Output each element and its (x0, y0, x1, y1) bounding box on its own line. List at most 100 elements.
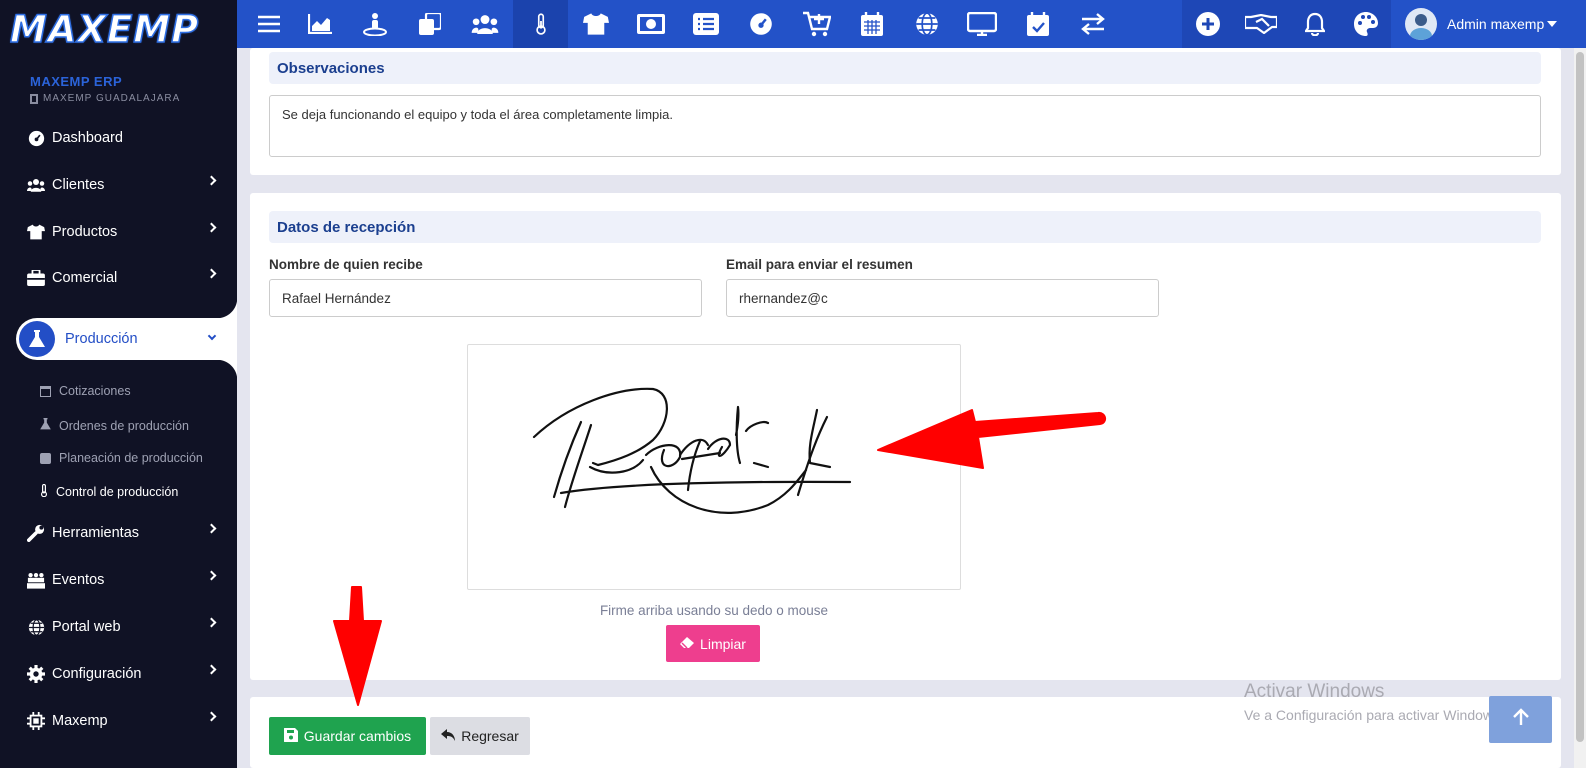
name-label: Nombre de quien recibe (269, 257, 423, 272)
sidebar-item-label: Producción (65, 331, 138, 347)
observaciones-card: Observaciones Se deja funcionando el equ… (250, 48, 1561, 175)
logo[interactable]: MAXEMP (0, 0, 237, 58)
sidebar-item-label: Comercial (52, 270, 118, 286)
plus-circle-icon[interactable] (1180, 0, 1235, 48)
sidebar-subitem-control[interactable]: Control de producción (40, 483, 179, 500)
bell-icon[interactable] (1287, 0, 1342, 48)
desktop-icon[interactable] (954, 0, 1009, 48)
thermometer-icon[interactable] (513, 0, 568, 48)
sidebar-item-productos[interactable]: Productos (0, 210, 237, 254)
arrow-up-icon (1512, 708, 1529, 731)
back-button[interactable]: Regresar (430, 717, 530, 755)
windows-activation-watermark: Activar Windows Ve a Configuración para … (1244, 681, 1504, 723)
signature-drawing (532, 387, 852, 514)
avatar (1405, 8, 1437, 40)
org-branch-label: MAXEMP GUADALAJARA (43, 93, 181, 104)
sidebar-subitem-planeacion[interactable]: Planeación de producción (40, 451, 203, 465)
user-menu[interactable]: Admin maxemp (1391, 0, 1586, 48)
copy-icon[interactable] (402, 0, 457, 48)
signature-pad[interactable] (467, 344, 961, 590)
sidebar-subitem-label: Cotizaciones (59, 384, 131, 398)
handshake-icon[interactable] (1233, 0, 1288, 48)
save-button[interactable]: Guardar cambios (269, 717, 426, 755)
chip-icon (27, 712, 45, 730)
sidebar-item-portal-web[interactable]: Portal web (0, 605, 237, 649)
chevron-right-icon (206, 570, 217, 581)
sidebar: MAXEMP MAXEMP ERP MAXEMP GUADALAJARA Das… (0, 0, 237, 768)
watermark-title: Activar Windows (1244, 681, 1385, 702)
globe-icon[interactable] (899, 0, 954, 48)
sidebar-item-maxemp[interactable]: Maxemp (0, 699, 237, 743)
receiver-name-input[interactable] (269, 279, 702, 317)
sidebar-item-comercial[interactable]: Comercial (0, 256, 237, 300)
wrench-icon (27, 524, 45, 542)
save-label: Guardar cambios (303, 728, 412, 744)
person-pin-icon[interactable] (347, 0, 402, 48)
check-square-icon (40, 452, 51, 464)
user-name: Admin maxemp (1447, 16, 1545, 32)
sidebar-item-label: Maxemp (52, 713, 108, 729)
gauge-icon[interactable] (733, 0, 788, 48)
section-title-recepcion: Datos de recepción (269, 211, 1541, 243)
scroll-to-top-button[interactable] (1489, 696, 1552, 743)
chevron-right-icon (206, 711, 217, 722)
exchange-icon[interactable] (1065, 0, 1120, 48)
list-icon[interactable] (678, 0, 733, 48)
org-branch: MAXEMP GUADALAJARA (30, 93, 237, 104)
flask-small-icon (40, 418, 51, 433)
sidebar-subitem-ordenes[interactable]: Ordenes de producción (40, 418, 189, 433)
money-icon[interactable] (623, 0, 678, 48)
sidebar-item-label: Herramientas (52, 525, 140, 541)
org-info: MAXEMP ERP MAXEMP GUADALAJARA (0, 58, 237, 104)
menu-icon[interactable] (241, 0, 296, 48)
scrollbar-thumb[interactable] (1576, 52, 1584, 742)
clear-signature-button[interactable]: Limpiar (666, 625, 760, 662)
flask-icon (19, 321, 55, 357)
sidebar-item-configuracion[interactable]: Configuración (0, 652, 237, 696)
gear-icon (27, 665, 45, 683)
globe-icon (27, 618, 45, 636)
logo-text: MAXEMP (9, 7, 200, 52)
calendar-check-icon[interactable] (1010, 0, 1065, 48)
users-icon[interactable] (457, 0, 512, 48)
watermark-subtitle: Ve a Configuración para activar Windows. (1244, 707, 1504, 723)
sidebar-item-label: Eventos (52, 572, 105, 588)
reply-icon (441, 728, 456, 744)
top-navbar: Admin maxemp (237, 0, 1586, 48)
sidebar-subitem-cotizaciones[interactable]: Cotizaciones (40, 384, 131, 398)
sidebar-item-label: Productos (52, 224, 118, 240)
dashboard-icon (27, 129, 45, 147)
sidebar-item-produccion[interactable]: Producción (16, 298, 237, 380)
thermometer-icon (40, 483, 48, 500)
shirt-icon (27, 223, 45, 241)
sidebar-item-eventos[interactable]: Eventos (0, 558, 237, 602)
shirt-icon[interactable] (568, 0, 623, 48)
summary-email-input[interactable] (726, 279, 1159, 317)
chevron-right-icon (206, 222, 217, 233)
sidebar-item-label: Clientes (52, 177, 105, 193)
chart-area-icon[interactable] (292, 0, 347, 48)
users-icon (27, 176, 45, 194)
sidebar-item-dashboard[interactable]: Dashboard (0, 116, 237, 160)
sidebar-item-herramientas[interactable]: Herramientas (0, 511, 237, 555)
cart-plus-icon[interactable] (789, 0, 844, 48)
clear-label: Limpiar (700, 635, 746, 652)
sidebar-subitem-label: Ordenes de producción (59, 418, 189, 433)
calendar-icon[interactable] (844, 0, 899, 48)
palette-icon[interactable] (1338, 0, 1393, 48)
org-name: MAXEMP ERP (30, 74, 123, 89)
sidebar-subitem-label: Planeación de producción (59, 451, 203, 465)
sidebar-subitem-label: Control de producción (56, 485, 179, 499)
chevron-down-icon (207, 331, 217, 341)
sidebar-item-clientes[interactable]: Clientes (0, 163, 237, 207)
save-icon (283, 727, 298, 745)
observaciones-textarea[interactable]: Se deja funcionando el equipo y toda el … (269, 95, 1541, 157)
eraser-icon (680, 636, 695, 652)
chevron-right-icon (206, 664, 217, 675)
chevron-right-icon (206, 268, 217, 279)
back-label: Regresar (461, 728, 519, 744)
chevron-right-icon (206, 175, 217, 186)
sidebar-item-label: Configuración (52, 666, 142, 682)
sidebar-item-label: Portal web (52, 619, 121, 635)
email-label: Email para enviar el resumen (726, 257, 913, 272)
